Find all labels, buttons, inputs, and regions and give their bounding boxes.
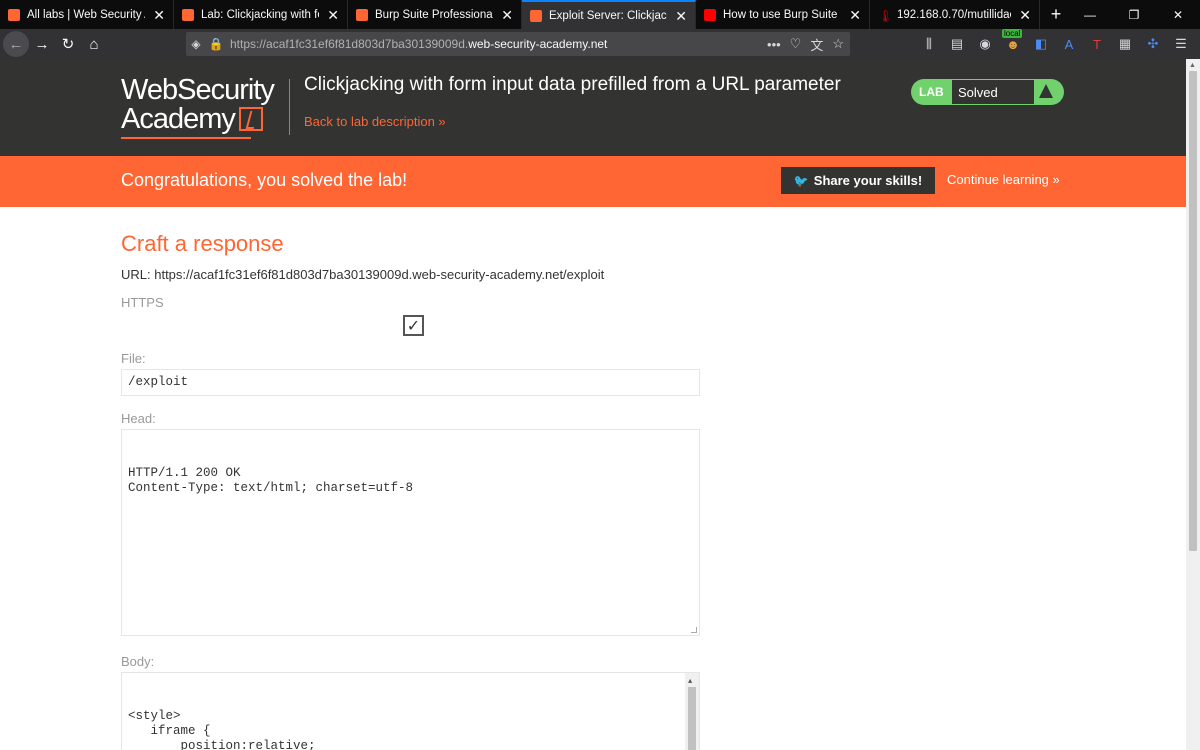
back-button[interactable]: ← xyxy=(3,31,29,57)
tab-burp-suite[interactable]: Burp Suite Professional ✕ xyxy=(348,0,522,29)
head-label: Head: xyxy=(121,411,156,426)
shield-icon[interactable]: ◈ xyxy=(186,37,206,51)
text-extension-icon[interactable]: T xyxy=(1088,35,1106,53)
share-skills-button[interactable]: 🐦 Share your skills! xyxy=(781,167,935,194)
local-badge: local xyxy=(1002,29,1023,38)
tab-title: How to use Burp Suite proje xyxy=(723,8,841,21)
youtube-icon xyxy=(704,8,716,21)
close-icon[interactable]: ✕ xyxy=(501,8,513,22)
head-text: HTTP/1.1 200 OK Content-Type: text/html;… xyxy=(128,466,414,495)
tab-mutillidae[interactable]: 🌡 192.168.0.70/mutillidae/ ✕ xyxy=(870,0,1040,29)
congratulations-message: Congratulations, you solved the lab! xyxy=(121,170,408,190)
tab-lab[interactable]: Lab: Clickjacking with form i ✕ xyxy=(174,0,348,29)
reload-button[interactable]: ↻ xyxy=(55,31,81,57)
grid-extension-icon[interactable]: ▦ xyxy=(1116,35,1134,53)
sidebar-icon[interactable]: ▤ xyxy=(948,35,966,53)
lab-tag: LAB xyxy=(919,85,944,99)
page-content: WebSecurity Academy Clickjacking with fo… xyxy=(0,59,1186,750)
close-window-button[interactable]: ✕ xyxy=(1156,0,1200,29)
web-security-academy-icon xyxy=(182,8,194,21)
minimize-button[interactable]: — xyxy=(1068,0,1112,29)
exploit-url: URL: https://acaf1fc31ef6f81d803d7ba3013… xyxy=(121,267,605,282)
web-security-academy-icon xyxy=(530,9,542,22)
scroll-up-arrow-icon[interactable]: ▲ xyxy=(1189,62,1196,69)
address-bar[interactable]: ◈ 🔒 https://acaf1fc31ef6f81d803d7ba30139… xyxy=(186,32,850,56)
lab-title: Clickjacking with form input data prefil… xyxy=(304,74,841,95)
resize-handle[interactable] xyxy=(691,627,697,633)
logo-line-2: Academy xyxy=(121,103,236,135)
body-label: Body: xyxy=(121,654,155,669)
tab-title: Exploit Server: Clickjacking w xyxy=(549,9,667,22)
tab-title: Burp Suite Professional xyxy=(375,8,494,21)
tab-bar: All labs | Web Security Acade ✕ Lab: Cli… xyxy=(0,0,1200,29)
navigation-bar: ← → ↻ ⌂ ◈ 🔒 https://acaf1fc31ef6f81d803d… xyxy=(0,29,1200,59)
page-title: Craft a response xyxy=(121,231,284,256)
body-textarea[interactable]: <style> iframe { position:relative; widt… xyxy=(121,672,700,750)
checkmark-icon: ✓ xyxy=(406,317,421,335)
bookmark-star-icon[interactable]: ☆ xyxy=(832,36,844,52)
file-label: File: xyxy=(121,351,146,366)
tab-title: 192.168.0.70/mutillidae/ xyxy=(897,8,1012,21)
restore-button[interactable]: ❐ xyxy=(1112,0,1156,29)
forward-button[interactable]: → xyxy=(29,31,55,57)
close-icon[interactable]: ✕ xyxy=(1019,8,1031,22)
https-checkbox[interactable]: ✓ xyxy=(403,315,424,336)
extension-icon[interactable]: ◧ xyxy=(1032,35,1050,53)
close-icon[interactable]: ✕ xyxy=(153,8,165,22)
tab-title: All labs | Web Security Acade xyxy=(27,8,145,21)
translate-icon[interactable]: 文 xyxy=(810,35,823,54)
page-scrollbar-thumb[interactable] xyxy=(1189,71,1197,551)
continue-learning-link[interactable]: Continue learning » xyxy=(947,172,1060,187)
tab-title: Lab: Clickjacking with form i xyxy=(201,8,319,21)
close-icon[interactable]: ✕ xyxy=(675,9,687,23)
share-label: Share your skills! xyxy=(813,173,923,188)
body-text: <style> iframe { position:relative; widt… xyxy=(128,709,316,750)
close-icon[interactable]: ✕ xyxy=(849,8,861,22)
close-icon[interactable]: ✕ xyxy=(327,8,339,22)
file-input[interactable]: /exploit xyxy=(121,369,700,396)
page-actions-icon[interactable]: ••• xyxy=(767,37,781,52)
lock-icon[interactable]: 🔒 xyxy=(206,37,226,51)
lab-header: WebSecurity Academy Clickjacking with fo… xyxy=(0,59,1186,156)
foxyproxy-icon[interactable]: ☻ local xyxy=(1002,29,1023,53)
https-label: HTTPS xyxy=(121,295,164,310)
url-host: web-security-academy.net xyxy=(468,37,608,51)
page-scrollbar[interactable]: ▲ xyxy=(1186,59,1200,750)
body-scrollbar[interactable]: ▲ xyxy=(685,673,699,750)
status-text: Solved xyxy=(952,80,1034,104)
logo-underline xyxy=(121,137,251,139)
logo-line-2-row: Academy xyxy=(121,104,291,134)
thermometer-icon: 🌡 xyxy=(878,8,894,23)
head-textarea[interactable]: HTTP/1.1 200 OK Content-Type: text/html;… xyxy=(121,429,700,636)
lightning-bolt-icon xyxy=(238,107,263,131)
account-icon[interactable]: ◉ xyxy=(976,35,994,53)
back-to-lab-link[interactable]: Back to lab description » xyxy=(304,114,446,129)
menu-icon[interactable]: ☰ xyxy=(1172,35,1190,53)
url-prefix: https://acaf1fc31ef6f81d803d7ba30139009d… xyxy=(230,37,469,51)
pocket-icon[interactable]: ♡ xyxy=(790,36,802,52)
web-security-academy-icon xyxy=(8,8,20,21)
scrollbar-thumb[interactable] xyxy=(688,687,696,750)
solved-banner: Congratulations, you solved the lab! 🐦 S… xyxy=(0,156,1186,207)
flask-icon xyxy=(1039,84,1053,98)
home-button[interactable]: ⌂ xyxy=(81,31,107,57)
library-icon[interactable]: ⫼ xyxy=(920,35,938,53)
tab-exploit-server[interactable]: Exploit Server: Clickjacking w ✕ xyxy=(522,0,696,29)
translate-extension-icon[interactable]: A xyxy=(1060,35,1078,53)
tab-all-labs[interactable]: All labs | Web Security Acade ✕ xyxy=(0,0,174,29)
header-divider xyxy=(289,79,290,135)
web-security-academy-logo[interactable]: WebSecurity Academy xyxy=(121,74,291,139)
extensions-puzzle-icon[interactable]: ✣ xyxy=(1144,35,1162,53)
tab-youtube[interactable]: How to use Burp Suite proje ✕ xyxy=(696,0,870,29)
burp-icon xyxy=(356,8,368,21)
lab-status-badge: LAB Solved xyxy=(911,79,1064,105)
logo-line-1: WebSecurity xyxy=(121,74,275,106)
twitter-icon: 🐦 xyxy=(793,173,809,188)
